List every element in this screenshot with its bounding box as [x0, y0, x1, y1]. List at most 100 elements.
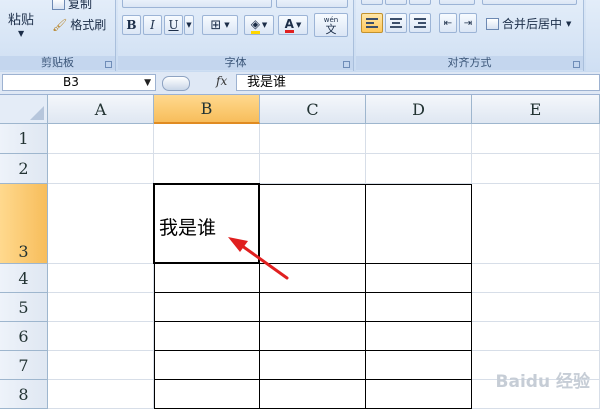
font-group-label: 字体	[118, 56, 353, 70]
column-header-a[interactable]: A	[48, 95, 154, 124]
cell-b8[interactable]	[154, 380, 260, 409]
column-header-c[interactable]: C	[260, 95, 366, 124]
formula-input[interactable]: 我是谁	[236, 74, 600, 91]
cell-d6[interactable]	[366, 322, 472, 351]
ribbon: 粘贴 ▼ 复制 🖌 格式刷 剪贴板 B I U ▼ ⊞ ▼ ◈ ▼ A ▼ wé…	[0, 0, 600, 73]
increase-indent-button[interactable]: ⇥	[459, 13, 477, 33]
copy-button[interactable]: 复制	[52, 0, 92, 12]
borders-button[interactable]: ⊞ ▼	[202, 15, 238, 35]
cell-e5[interactable]	[472, 293, 600, 322]
row-header-3[interactable]: 3	[0, 184, 48, 264]
align-right-icon	[414, 16, 426, 30]
cell-d2[interactable]	[366, 154, 472, 184]
paste-dropdown[interactable]: ▼	[18, 29, 24, 38]
alignment-group-label: 对齐方式	[356, 56, 583, 70]
clipboard-launcher-icon[interactable]	[105, 61, 112, 68]
cell-c6[interactable]	[260, 322, 366, 351]
cell-c4[interactable]	[260, 264, 366, 293]
cell-b4[interactable]	[154, 264, 260, 293]
alignment-group: ⇤ ⇥ 合并后居中 ▼ 对齐方式	[356, 0, 584, 71]
align-left-button[interactable]	[361, 13, 383, 33]
cell-e4[interactable]	[472, 264, 600, 293]
fill-bucket-icon: ◈	[250, 17, 260, 34]
column-header-d[interactable]: D	[366, 95, 472, 124]
merge-center-button[interactable]: 合并后居中 ▼	[486, 15, 571, 32]
cell-a4[interactable]	[48, 264, 154, 293]
insert-function-icon[interactable]: fx	[216, 74, 227, 88]
format-painter-label: 格式刷	[70, 18, 107, 32]
row-header-4[interactable]: 4	[0, 264, 48, 293]
cell-a2[interactable]	[48, 154, 154, 184]
align-center-icon	[390, 16, 402, 30]
font-color-button[interactable]: A ▼	[278, 15, 308, 35]
cell-e1[interactable]	[472, 124, 600, 154]
cell-d3[interactable]	[366, 184, 472, 264]
cell-c2[interactable]	[260, 154, 366, 184]
formula-bar-resize-handle[interactable]	[162, 76, 190, 91]
bold-label: B	[126, 18, 137, 32]
cell-d1[interactable]	[366, 124, 472, 154]
name-box[interactable]: B3 ▼	[2, 74, 156, 91]
cell-c1[interactable]	[260, 124, 366, 154]
orientation-button[interactable]	[439, 0, 475, 5]
align-center-button[interactable]	[385, 13, 407, 33]
row-header-8[interactable]: 8	[0, 380, 48, 409]
wrap-text-button[interactable]	[482, 0, 577, 5]
cell-a6[interactable]	[48, 322, 154, 351]
cell-a8[interactable]	[48, 380, 154, 409]
copy-icon	[52, 0, 65, 10]
cell-c3[interactable]	[260, 184, 366, 264]
font-color-label: A	[284, 16, 294, 33]
cell-a7[interactable]	[48, 351, 154, 380]
decrease-indent-icon: ⇤	[443, 17, 453, 29]
cell-c7[interactable]	[260, 351, 366, 380]
phonetic-button[interactable]: wén 文	[314, 13, 348, 37]
cell-d4[interactable]	[366, 264, 472, 293]
underline-dropdown[interactable]: ▼	[184, 15, 194, 35]
cell-d5[interactable]	[366, 293, 472, 322]
name-box-dropdown-icon[interactable]: ▼	[144, 76, 151, 91]
row-header-2[interactable]: 2	[0, 154, 48, 184]
font-name-box[interactable]	[122, 0, 272, 8]
copy-label: 复制	[68, 0, 93, 11]
underline-button[interactable]: U	[164, 15, 183, 35]
cell-b6[interactable]	[154, 322, 260, 351]
font-group: B I U ▼ ⊞ ▼ ◈ ▼ A ▼ wén 文 字体	[118, 0, 354, 71]
cell-c8[interactable]	[260, 380, 366, 409]
cell-c5[interactable]	[260, 293, 366, 322]
middle-align-button[interactable]	[385, 0, 407, 5]
decrease-indent-button[interactable]: ⇤	[439, 13, 457, 33]
cell-e3[interactable]	[472, 184, 600, 264]
bottom-align-button[interactable]	[409, 0, 431, 5]
cell-b2[interactable]	[154, 154, 260, 184]
cell-a1[interactable]	[48, 124, 154, 154]
increase-indent-icon: ⇥	[463, 17, 473, 29]
font-size-box[interactable]	[276, 0, 348, 8]
row-header-5[interactable]: 5	[0, 293, 48, 322]
cell-b7[interactable]	[154, 351, 260, 380]
alignment-launcher-icon[interactable]	[573, 61, 580, 68]
cell-a3[interactable]	[48, 184, 154, 264]
cell-d8[interactable]	[366, 380, 472, 409]
top-align-button[interactable]	[361, 0, 383, 5]
cell-e6[interactable]	[472, 322, 600, 351]
row-header-6[interactable]: 6	[0, 322, 48, 351]
align-right-button[interactable]	[409, 13, 431, 33]
column-header-e[interactable]: E	[472, 95, 600, 124]
font-launcher-icon[interactable]	[343, 61, 350, 68]
cell-b1[interactable]	[154, 124, 260, 154]
row-header-7[interactable]: 7	[0, 351, 48, 380]
row-header-1[interactable]: 1	[0, 124, 48, 154]
cell-d7[interactable]	[366, 351, 472, 380]
select-all-corner[interactable]	[0, 95, 48, 124]
bold-button[interactable]: B	[122, 15, 141, 35]
cell-e2[interactable]	[472, 154, 600, 184]
clipboard-group-label: 剪贴板	[0, 56, 115, 70]
italic-button[interactable]: I	[143, 15, 162, 35]
cell-b5[interactable]	[154, 293, 260, 322]
column-header-b[interactable]: B	[154, 95, 260, 124]
format-painter-button[interactable]: 🖌 格式刷	[52, 16, 106, 33]
cell-a5[interactable]	[48, 293, 154, 322]
fill-color-button[interactable]: ◈ ▼	[244, 15, 274, 35]
paste-button[interactable]: 粘贴	[8, 9, 34, 28]
